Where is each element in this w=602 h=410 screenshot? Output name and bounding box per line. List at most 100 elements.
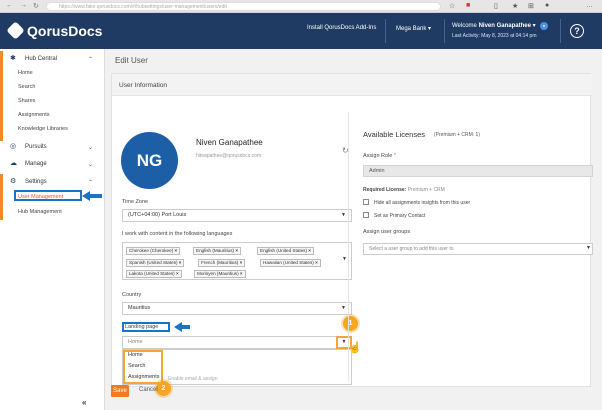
avatar[interactable]: NG: [121, 132, 178, 189]
user-menu[interactable]: Welcome Niven Ganapathee ▾: [452, 22, 536, 29]
remove-tag-icon[interactable]: ×: [176, 271, 179, 276]
last-activity: Last Activity: May 8, 2023 at 04:14 pm: [452, 33, 537, 39]
chevron-up-icon[interactable]: ⌃: [88, 179, 93, 186]
section-header: User Information: [112, 74, 592, 96]
org-selector[interactable]: Mega Bank ▾: [396, 25, 431, 32]
header-divider: [560, 19, 561, 43]
language-tag: Cherokee (Cherokee) ×: [126, 247, 181, 255]
caret-down-icon: ▼: [341, 212, 346, 218]
forward-icon[interactable]: →: [20, 2, 27, 9]
licenses-title: Available Licenses: [363, 130, 425, 139]
hub-central-icon: ✱: [10, 55, 16, 62]
landing-page-highlight: [122, 322, 170, 332]
remove-tag-icon[interactable]: ×: [315, 260, 318, 265]
reload-icon[interactable]: ↻: [33, 2, 39, 10]
caret-down-icon: ▼: [341, 305, 346, 311]
primary-contact-checkbox[interactable]: [363, 212, 369, 218]
obscured-text: Enable email & assign: [168, 376, 218, 382]
qorusdocs-logo-icon: [6, 21, 25, 40]
settings-gear-icon: ⚙: [10, 178, 17, 185]
sidebar-settings[interactable]: Settings: [25, 179, 47, 185]
language-tag-label: Morisyen (Mauritius): [197, 271, 239, 276]
sidebar-item-hub-management[interactable]: Hub Management: [18, 209, 62, 215]
hide-insights-label: Hide all assignments insights from this …: [374, 200, 471, 206]
back-icon[interactable]: ←: [6, 2, 13, 9]
app-header: QorusDocs Install QorusDocs Add-Ins Mega…: [0, 13, 602, 49]
collapse-sidebar-icon[interactable]: «: [82, 398, 86, 407]
timezone-value: (UTC+04:00) Port Louis: [128, 212, 187, 218]
sidebar-item-search[interactable]: Search: [18, 84, 35, 90]
user-groups-select[interactable]: Select a user group to add this user to: [363, 243, 593, 255]
required-license-label: Required License:: [363, 187, 407, 193]
chevron-up-icon[interactable]: ⌃: [88, 56, 93, 63]
sidebar-hub-central[interactable]: Hub Central: [25, 56, 57, 62]
language-tag-label: English (United States): [260, 248, 307, 253]
browser-toolbar: ← → ↻ https://www.fake.qorusdocs.com/#/h…: [0, 0, 602, 13]
help-icon[interactable]: ?: [570, 24, 584, 38]
language-tag: English (Mauritius) ×: [193, 247, 242, 255]
licenses-summary: (Premium + CRM: 1): [434, 132, 480, 138]
bookmark-icon[interactable]: ☆: [449, 2, 455, 10]
sidebar-item-assignments[interactable]: Assignments: [18, 112, 50, 118]
primary-contact-label: Set as Primary Contact: [374, 213, 426, 219]
callout-badge-2: 2: [156, 381, 171, 396]
user-name: Niven Ganapathee: [478, 23, 531, 29]
remove-tag-icon[interactable]: ×: [308, 248, 311, 253]
hide-insights-checkbox[interactable]: [363, 199, 369, 205]
role-field[interactable]: Admin: [363, 165, 593, 177]
active-section-bar: [0, 174, 3, 220]
extension-icon[interactable]: ■: [466, 2, 470, 9]
user-management-highlight: [14, 190, 82, 201]
remove-tag-icon[interactable]: ×: [174, 248, 177, 253]
chevron-down-icon[interactable]: ⌄: [88, 161, 93, 168]
language-tag-label: English (Mauritius): [196, 248, 235, 253]
chevron-down-icon: ▾: [532, 23, 536, 29]
sidebar-item-home[interactable]: Home: [18, 70, 33, 76]
user-avatar-icon[interactable]: ●: [540, 22, 548, 30]
country-select[interactable]: Mauritius ▼: [122, 302, 352, 315]
more-icon[interactable]: …: [586, 2, 593, 9]
user-email: hiteapathee@qorusdocs.com: [196, 153, 262, 159]
app-logo[interactable]: QorusDocs: [27, 23, 102, 39]
language-tag-label: Cherokee (Cherokee): [129, 248, 174, 253]
sidebar-pursuits[interactable]: Pursuits: [25, 144, 47, 150]
language-tag-label: Lakota (United States): [129, 271, 175, 276]
cancel-button[interactable]: Cancel: [139, 387, 158, 393]
sidebar-manage[interactable]: Manage: [25, 161, 47, 167]
remove-tag-icon[interactable]: ×: [240, 260, 243, 265]
profile-icon[interactable]: ●: [545, 2, 549, 9]
language-tag: Lakota (United States) ×: [126, 270, 182, 278]
landing-page-select[interactable]: Home: [122, 336, 352, 349]
required-marker: *: [393, 153, 397, 159]
pointer-arrow-shaft: [180, 325, 190, 329]
favorites-icon[interactable]: ★: [512, 2, 518, 10]
callout-badge-1: 1: [343, 316, 358, 331]
remove-tag-icon[interactable]: ×: [179, 260, 182, 265]
column-divider: [348, 112, 349, 382]
welcome-label: Welcome: [452, 23, 477, 29]
save-button[interactable]: Save: [111, 385, 129, 397]
assign-role-label-text: Assign Role: [363, 153, 393, 159]
sidebar-item-knowledge-libraries[interactable]: Knowledge Libraries: [18, 126, 68, 132]
caret-down-icon[interactable]: ▼: [586, 245, 591, 251]
collections-icon[interactable]: ⊞: [528, 2, 534, 10]
install-addins-link[interactable]: Install QorusDocs Add-Ins: [307, 25, 376, 31]
remove-tag-icon[interactable]: ×: [240, 271, 243, 276]
sidebar: ✱ Hub Central ⌃ Home Search Shares Assig…: [0, 49, 105, 410]
timezone-select[interactable]: (UTC+04:00) Port Louis ▼: [122, 209, 352, 222]
address-bar[interactable]: https://www.fake.qorusdocs.com/#/hubsett…: [46, 2, 441, 11]
language-tag: French (Mauritius) ×: [198, 259, 246, 267]
org-name: Mega Bank: [396, 26, 427, 32]
split-view-icon[interactable]: ▯: [494, 2, 498, 10]
language-tag-label: Spanish (United States): [129, 260, 178, 265]
sidebar-item-shares[interactable]: Shares: [18, 98, 35, 104]
user-info-card: User Information NG Niven Ganapathee hit…: [111, 73, 593, 396]
timezone-label: Time Zone: [122, 199, 149, 205]
pointer-arrow-shaft: [88, 194, 102, 198]
remove-tag-icon[interactable]: ×: [235, 248, 238, 253]
caret-down-icon[interactable]: ▼: [342, 256, 347, 262]
options-highlight: [123, 350, 163, 384]
header-divider: [444, 19, 445, 43]
chevron-down-icon[interactable]: ⌄: [88, 144, 93, 151]
languages-multiselect[interactable]: Cherokee (Cherokee) × English (Mauritius…: [122, 242, 352, 280]
